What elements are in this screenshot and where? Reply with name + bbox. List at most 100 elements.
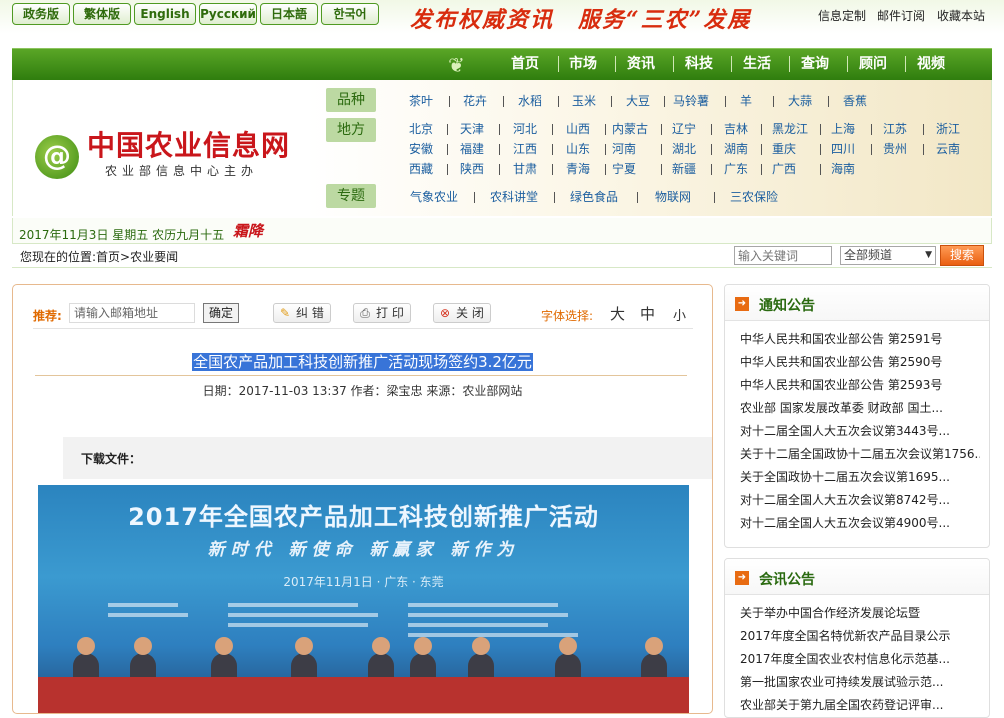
- list-item[interactable]: 对十二届全国人大五次会议第8742号...: [740, 492, 980, 515]
- category-link[interactable]: 上海: [831, 122, 855, 136]
- nav-divider: [731, 56, 732, 72]
- category-link[interactable]: 马铃薯: [673, 94, 709, 108]
- list-item[interactable]: 农业部关于第九届全国农药登记评审...: [740, 697, 980, 717]
- print-button[interactable]: ⎙ 打 印: [353, 303, 411, 323]
- category-link[interactable]: 贵州: [883, 142, 907, 156]
- category-link[interactable]: 河北: [513, 122, 537, 136]
- category-link[interactable]: 新疆: [672, 162, 696, 176]
- lang-traditional[interactable]: 繁体版: [73, 3, 131, 25]
- arrow-icon: ➜: [735, 297, 749, 311]
- category-link[interactable]: 云南: [936, 142, 960, 156]
- list-item[interactable]: 关于全国政协十二届五次会议第1695...: [740, 469, 980, 492]
- link-info-custom[interactable]: 信息定制: [818, 7, 866, 24]
- nav-tech[interactable]: 科技: [685, 55, 713, 73]
- site-logo-title[interactable]: 中国农业信息网: [87, 124, 290, 164]
- category-link[interactable]: 辽宁: [672, 122, 696, 136]
- lang-english[interactable]: English: [134, 3, 196, 25]
- category-link[interactable]: 北京: [409, 122, 433, 136]
- nav-life[interactable]: 生活: [743, 55, 771, 73]
- list-item[interactable]: 2017年度全国名特优新农产品目录公示: [740, 628, 980, 651]
- category-link[interactable]: 内蒙古: [612, 122, 648, 136]
- lang-korean[interactable]: 한국어: [321, 3, 379, 25]
- category-link[interactable]: 青海: [566, 162, 590, 176]
- divider: [35, 375, 687, 376]
- nav-advisor[interactable]: 顾问: [859, 55, 887, 73]
- category-link[interactable]: 花卉: [463, 94, 487, 108]
- list-item[interactable]: 关于举办中国合作经济发展论坛暨: [740, 605, 980, 628]
- list-item[interactable]: 农业部 国家发展改革委 财政部 国土...: [740, 400, 980, 423]
- category-link[interactable]: 湖北: [672, 142, 696, 156]
- font-large-button[interactable]: 大: [610, 303, 625, 324]
- category-link[interactable]: 山西: [566, 122, 590, 136]
- person-head: [414, 637, 432, 655]
- date-bar: 2017年11月3日 星期五 农历九月十五 霜降: [12, 218, 992, 244]
- breadcrumb[interactable]: 您现在的位置:首页>农业要闻: [20, 248, 178, 265]
- nav-market[interactable]: 市场: [569, 55, 597, 73]
- recommend-email-input[interactable]: 请输入邮箱地址: [69, 303, 195, 323]
- link-divider: [773, 96, 774, 107]
- category-link[interactable]: 天津: [460, 122, 484, 136]
- font-medium-button[interactable]: 中: [640, 303, 655, 324]
- category-link[interactable]: 吉林: [724, 122, 748, 136]
- category-link[interactable]: 重庆: [772, 142, 796, 156]
- category-link[interactable]: 湖南: [724, 142, 748, 156]
- list-item[interactable]: 第一批国家农业可持续发展试验示范...: [740, 674, 980, 697]
- category-link[interactable]: 玉米: [572, 94, 596, 108]
- category-link[interactable]: 甘肃: [513, 162, 537, 176]
- list-item[interactable]: 关于十二届全国政协十二届五次会议第1756...: [740, 446, 980, 469]
- search-button[interactable]: 搜索: [940, 245, 984, 266]
- link-divider: [474, 192, 475, 203]
- category-link[interactable]: 大蒜: [788, 94, 812, 108]
- channel-select[interactable]: 全部频道 ▼: [840, 246, 936, 265]
- category-link[interactable]: 三农保险: [730, 190, 778, 204]
- category-link[interactable]: 陕西: [460, 162, 484, 176]
- link-divider: [605, 164, 606, 175]
- category-link[interactable]: 广东: [724, 162, 748, 176]
- category-link[interactable]: 江西: [513, 142, 537, 156]
- category-link[interactable]: 江苏: [883, 122, 907, 136]
- article-panel: 推荐: 请输入邮箱地址 确定 ✎ 纠 错 ⎙ 打 印 ⊗ 关 闭 字体选择: 大 中 …: [12, 284, 713, 714]
- lang-japanese[interactable]: 日本語: [260, 3, 318, 25]
- nav-home[interactable]: 首页: [511, 55, 539, 73]
- search-input[interactable]: [734, 246, 832, 265]
- category-link[interactable]: 宁夏: [612, 162, 636, 176]
- close-button[interactable]: ⊗ 关 闭: [433, 303, 491, 323]
- list-item[interactable]: 对十二届全国人大五次会议第3443号...: [740, 423, 980, 446]
- category-link[interactable]: 西藏: [409, 162, 433, 176]
- link-bookmark[interactable]: 收藏本站: [937, 7, 985, 24]
- category-link[interactable]: 福建: [460, 142, 484, 156]
- category-link[interactable]: 黑龙江: [772, 122, 808, 136]
- link-mail-subscribe[interactable]: 邮件订阅: [877, 7, 925, 24]
- category-link[interactable]: 绿色食品: [570, 190, 618, 204]
- list-item[interactable]: 中华人民共和国农业部公告 第2590号: [740, 354, 980, 377]
- category-link[interactable]: 气象农业: [410, 190, 458, 204]
- correct-button[interactable]: ✎ 纠 错: [273, 303, 331, 323]
- category-link[interactable]: 茶叶: [409, 94, 433, 108]
- category-link[interactable]: 广西: [772, 162, 796, 176]
- category-link[interactable]: 河南: [612, 142, 636, 156]
- nav-query[interactable]: 查询: [801, 55, 829, 73]
- link-divider: [499, 124, 500, 135]
- font-small-button[interactable]: 小: [673, 305, 686, 324]
- lang-gov-version[interactable]: 政务版: [12, 3, 70, 25]
- lang-russian[interactable]: Русский: [199, 3, 257, 25]
- category-link[interactable]: 物联网: [655, 190, 691, 204]
- category-link[interactable]: 浙江: [936, 122, 960, 136]
- recommend-confirm-button[interactable]: 确定: [203, 303, 239, 323]
- category-link[interactable]: 羊: [740, 94, 752, 108]
- category-link[interactable]: 农科讲堂: [490, 190, 538, 204]
- category-link[interactable]: 海南: [831, 162, 855, 176]
- category-link[interactable]: 四川: [831, 142, 855, 156]
- list-item[interactable]: 2017年度全国农业农村信息化示范基...: [740, 651, 980, 674]
- nav-video[interactable]: 视频: [917, 55, 945, 73]
- category-link[interactable]: 香蕉: [843, 94, 867, 108]
- list-item[interactable]: 中华人民共和国农业部公告 第2593号: [740, 377, 980, 400]
- list-item[interactable]: 对十二届全国人大五次会议第4900号...: [740, 515, 980, 538]
- category-link[interactable]: 山东: [566, 142, 590, 156]
- list-item[interactable]: 中华人民共和国农业部公告 第2591号: [740, 331, 980, 354]
- category-link[interactable]: 水稻: [518, 94, 542, 108]
- nav-news[interactable]: 资讯: [627, 55, 655, 73]
- link-divider: [761, 144, 762, 155]
- category-link[interactable]: 安徽: [409, 142, 433, 156]
- category-link[interactable]: 大豆: [626, 94, 650, 108]
